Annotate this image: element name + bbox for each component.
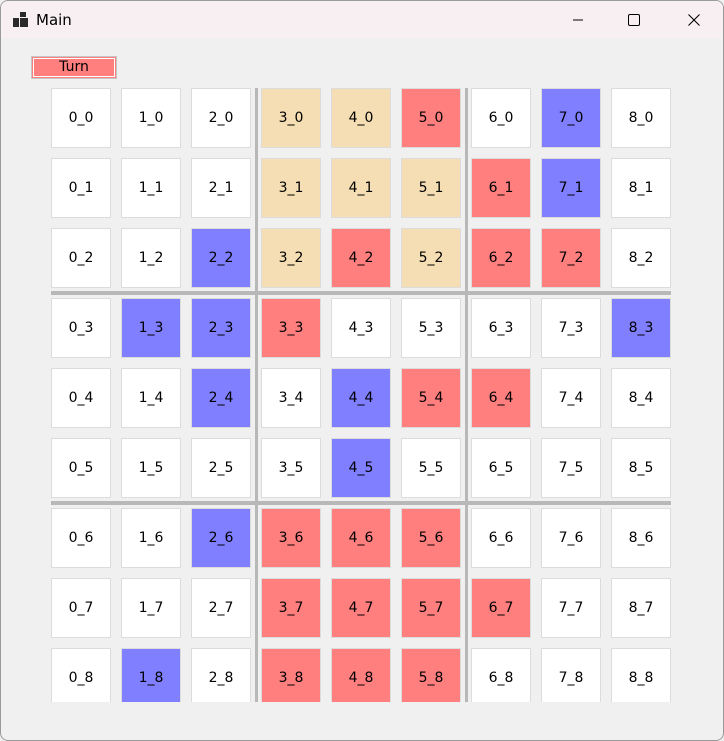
board-cell[interactable]: 6_5	[471, 438, 531, 498]
board-cell[interactable]: 6_7	[471, 578, 531, 638]
board-cell[interactable]: 2_2	[191, 228, 251, 288]
board-cell[interactable]: 6_4	[471, 368, 531, 428]
board-cell[interactable]: 0_7	[51, 578, 111, 638]
board-cell[interactable]: 3_4	[261, 368, 321, 428]
board-cell[interactable]: 8_0	[611, 88, 671, 148]
board-cell[interactable]: 5_0	[401, 88, 461, 148]
board-cell[interactable]: 0_0	[51, 88, 111, 148]
board-cell[interactable]: 5_5	[401, 438, 461, 498]
board-cell[interactable]: 6_8	[471, 648, 531, 702]
board-cell[interactable]: 1_1	[121, 158, 181, 218]
board-cell[interactable]: 3_3	[261, 298, 321, 358]
board-cell[interactable]: 2_1	[191, 158, 251, 218]
board-cell[interactable]: 7_4	[541, 368, 601, 428]
board-cell[interactable]: 3_1	[261, 158, 321, 218]
board-cell[interactable]: 1_0	[121, 88, 181, 148]
board-cell[interactable]: 4_3	[331, 298, 391, 358]
board-cell[interactable]: 5_3	[401, 298, 461, 358]
board-cell[interactable]: 6_6	[471, 508, 531, 568]
board-cell[interactable]: 1_5	[121, 438, 181, 498]
board-cell[interactable]: 1_7	[121, 578, 181, 638]
block-separator	[255, 88, 258, 702]
board-cell[interactable]: 1_8	[121, 648, 181, 702]
board-cell[interactable]: 8_4	[611, 368, 671, 428]
board-cell[interactable]: 3_7	[261, 578, 321, 638]
board-cell[interactable]: 5_2	[401, 228, 461, 288]
board-cell[interactable]: 3_2	[261, 228, 321, 288]
board-cell[interactable]: 4_7	[331, 578, 391, 638]
board-viewport: 0_0 1_0 2_0 3_0 4_0 5_0 6_0 7_0 8_0 0_1 1_1 2_1 3_1 4…	[1, 1, 723, 702]
board-cell[interactable]: 8_3	[611, 298, 671, 358]
board-cell[interactable]: 8_1	[611, 158, 671, 218]
board-cell[interactable]: 4_5	[331, 438, 391, 498]
board-cell[interactable]: 1_4	[121, 368, 181, 428]
board-cell[interactable]: 1_6	[121, 508, 181, 568]
board-cell[interactable]: 7_3	[541, 298, 601, 358]
board-cell[interactable]: 2_6	[191, 508, 251, 568]
block-separator	[51, 501, 671, 505]
board-cell[interactable]: 8_7	[611, 578, 671, 638]
board-cell[interactable]: 2_0	[191, 88, 251, 148]
board-cell[interactable]: 2_5	[191, 438, 251, 498]
board-cell[interactable]: 4_2	[331, 228, 391, 288]
board-cell[interactable]: 2_3	[191, 298, 251, 358]
board-cell[interactable]: 7_0	[541, 88, 601, 148]
block-separator	[465, 88, 468, 702]
board-cell[interactable]: 5_4	[401, 368, 461, 428]
board-cell[interactable]: 0_2	[51, 228, 111, 288]
board-cell[interactable]: 8_8	[611, 648, 671, 702]
board-cell[interactable]: 3_6	[261, 508, 321, 568]
board-cell[interactable]: 0_5	[51, 438, 111, 498]
board-cell[interactable]: 4_8	[331, 648, 391, 702]
board-cell[interactable]: 4_4	[331, 368, 391, 428]
board-cell[interactable]: 2_8	[191, 648, 251, 702]
board-cell[interactable]: 5_7	[401, 578, 461, 638]
board-cell[interactable]: 3_0	[261, 88, 321, 148]
board-cell[interactable]: 3_5	[261, 438, 321, 498]
board-cell[interactable]: 4_1	[331, 158, 391, 218]
board-cell[interactable]: 0_3	[51, 298, 111, 358]
board-cell[interactable]: 0_4	[51, 368, 111, 428]
board-cell[interactable]: 8_2	[611, 228, 671, 288]
board-cell[interactable]: 7_5	[541, 438, 601, 498]
board-cell[interactable]: 5_1	[401, 158, 461, 218]
board-cell[interactable]: 5_8	[401, 648, 461, 702]
board-cell[interactable]: 4_6	[331, 508, 391, 568]
board-cell[interactable]: 7_7	[541, 578, 601, 638]
board-cell[interactable]: 7_6	[541, 508, 601, 568]
board-cell[interactable]: 0_8	[51, 648, 111, 702]
board-cell[interactable]: 4_0	[331, 88, 391, 148]
main-window: Main Turn 0_0 1_0 2_0 3_0 4_0 5_0 6_0 7_0 8_0 0_1…	[0, 0, 724, 741]
board-cell[interactable]: 2_4	[191, 368, 251, 428]
board-cell[interactable]: 7_2	[541, 228, 601, 288]
board-cell[interactable]: 8_5	[611, 438, 671, 498]
board-cell[interactable]: 7_8	[541, 648, 601, 702]
board-cell[interactable]: 6_0	[471, 88, 531, 148]
board-cell[interactable]: 3_8	[261, 648, 321, 702]
board-cell[interactable]: 1_3	[121, 298, 181, 358]
board-cell[interactable]: 0_1	[51, 158, 111, 218]
board-cell[interactable]: 7_1	[541, 158, 601, 218]
board-cell[interactable]: 6_3	[471, 298, 531, 358]
board-cell[interactable]: 2_7	[191, 578, 251, 638]
board-cell[interactable]: 1_2	[121, 228, 181, 288]
board-cell[interactable]: 5_6	[401, 508, 461, 568]
board-cell[interactable]: 6_1	[471, 158, 531, 218]
block-separator	[51, 291, 671, 295]
board-cell[interactable]: 6_2	[471, 228, 531, 288]
board-cell[interactable]: 8_6	[611, 508, 671, 568]
board-cell[interactable]: 0_6	[51, 508, 111, 568]
